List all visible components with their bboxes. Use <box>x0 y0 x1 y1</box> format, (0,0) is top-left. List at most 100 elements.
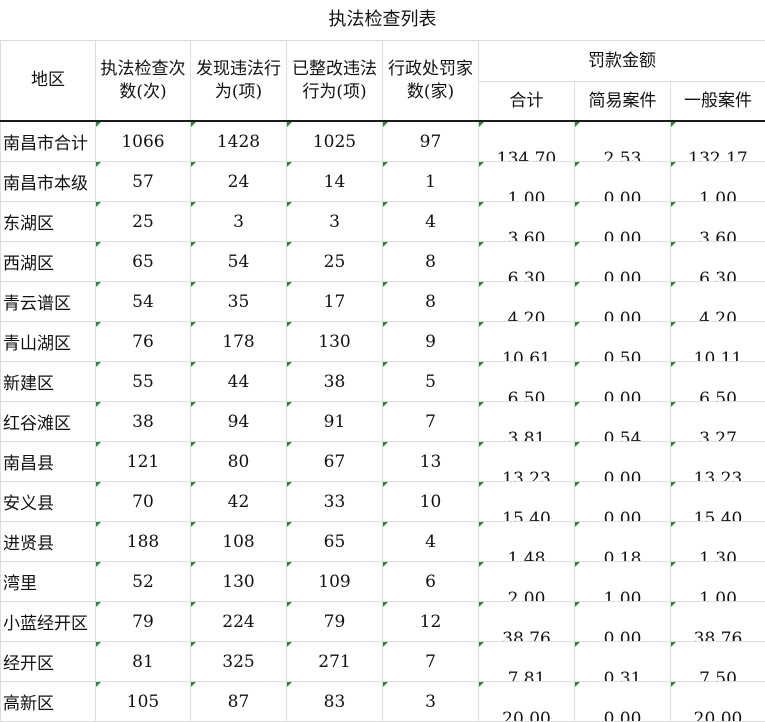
penalized-cell-value: 6 <box>425 571 436 592</box>
inspections-cell-value: 55 <box>132 371 154 392</box>
fine-total-cell: 7.81 <box>478 641 575 682</box>
region-cell: 小蓝经开区 <box>0 601 96 642</box>
fine-total-cell: 2.00 <box>478 561 575 602</box>
region-cell: 新建区 <box>0 361 96 402</box>
fine-general-cell-value: 3.27 <box>699 429 737 442</box>
region-cell: 安义县 <box>0 481 96 522</box>
region-cell: 东湖区 <box>0 201 96 242</box>
penalized-cell-value: 10 <box>419 491 442 512</box>
inspections-cell: 57 <box>95 161 191 202</box>
violations-fixed-cell-value: 271 <box>318 651 351 672</box>
violations-found-cell-value: 44 <box>227 371 250 392</box>
violations-found-cell-value: 325 <box>222 651 255 672</box>
inspections-cell-value: 121 <box>126 451 160 472</box>
violations-found-cell-value: 178 <box>222 331 255 352</box>
inspections-cell: 121 <box>95 441 191 482</box>
penalized-cell-value: 1 <box>425 171 436 192</box>
penalized-cell: 3 <box>382 681 479 722</box>
region-cell-value: 小蓝经开区 <box>3 614 88 634</box>
violations-fixed-cell-value: 14 <box>323 171 346 192</box>
fine-total-cell: 15.40 <box>478 481 575 522</box>
penalized-cell: 7 <box>382 401 479 442</box>
fine-general-cell: 132.17 <box>670 120 765 162</box>
fine-general-cell-value: 1.00 <box>699 589 737 602</box>
inspections-cell-value: 25 <box>132 211 154 232</box>
fine-total-cell-value: 7.81 <box>507 669 546 682</box>
violations-found-cell-value: 224 <box>222 611 255 632</box>
fine-general-cell: 38.76 <box>670 601 765 642</box>
inspections-cell: 188 <box>95 521 191 562</box>
fine-total-cell: 6.50 <box>478 361 575 402</box>
fine-simple-cell-value: 0.00 <box>603 189 642 202</box>
fine-total-cell: 38.76 <box>478 601 575 642</box>
header-fine-simple: 简易案件 <box>574 81 671 122</box>
violations-fixed-cell-value: 38 <box>323 371 346 392</box>
fine-total-cell-value: 1.00 <box>507 189 546 202</box>
violations-fixed-cell: 83 <box>286 681 383 722</box>
fine-total-cell: 10.61 <box>478 321 575 362</box>
violations-found-cell-value: 130 <box>222 571 255 592</box>
fine-simple-cell: 0.00 <box>574 681 671 722</box>
violations-fixed-cell: 67 <box>286 441 383 482</box>
inspections-cell: 52 <box>95 561 191 602</box>
fine-general-cell: 15.40 <box>670 481 765 522</box>
violations-found-cell: 1428 <box>190 120 287 162</box>
violations-fixed-cell: 130 <box>286 321 383 362</box>
table-row: 红谷滩区 38 94 91 7 3.81 0.54 3.27 <box>0 401 765 442</box>
fine-total-cell: 1.48 <box>478 521 575 562</box>
violations-fixed-cell-value: 91 <box>323 411 346 432</box>
penalized-cell: 7 <box>382 641 479 682</box>
fine-general-cell-value: 6.50 <box>699 389 737 402</box>
table-row: 青云谱区 54 35 17 8 4.20 0.00 4.20 <box>0 281 765 322</box>
table-row: 西湖区 65 54 25 8 6.30 0.00 6.30 <box>0 241 765 282</box>
region-cell-value: 经开区 <box>3 654 54 674</box>
region-cell: 青云谱区 <box>0 281 96 322</box>
violations-found-cell: 42 <box>190 481 287 522</box>
fine-general-cell: 3.27 <box>670 401 765 442</box>
violations-fixed-cell-value: 67 <box>323 451 346 472</box>
table-title: 执法检查列表 <box>328 9 437 30</box>
inspections-cell-value: 52 <box>132 571 154 592</box>
fine-total-cell: 3.60 <box>478 201 575 242</box>
header-region: 地区 <box>0 40 96 122</box>
region-cell-value: 安义县 <box>3 494 54 514</box>
violations-found-cell: 325 <box>190 641 287 682</box>
fine-simple-cell-value: 1.00 <box>603 589 642 602</box>
table-row: 小蓝经开区 79 224 79 12 38.76 0.00 38.76 <box>0 601 765 642</box>
penalized-cell: 9 <box>382 321 479 362</box>
violations-found-cell-value: 35 <box>227 291 250 312</box>
fine-general-cell-value: 4.20 <box>699 309 737 322</box>
table-row: 进贤县 188 108 65 4 1.48 0.18 1.30 <box>0 521 765 562</box>
region-cell-value: 高新区 <box>3 694 54 714</box>
fine-simple-cell-value: 0.31 <box>603 669 642 682</box>
header-fines: 罚款金额 <box>478 40 765 82</box>
violations-found-cell: 224 <box>190 601 287 642</box>
violations-fixed-cell: 1025 <box>286 120 383 162</box>
table-row: 南昌县 121 80 67 13 13.23 0.00 13.23 <box>0 441 765 482</box>
violations-found-cell-value: 87 <box>227 691 250 712</box>
penalized-cell: 4 <box>382 201 479 242</box>
region-cell: 经开区 <box>0 641 96 682</box>
violations-fixed-cell-value: 109 <box>318 571 351 592</box>
violations-fixed-cell: 79 <box>286 601 383 642</box>
table-row: 经开区 81 325 271 7 7.81 0.31 7.50 <box>0 641 765 682</box>
fine-total-cell: 13.23 <box>478 441 575 482</box>
violations-found-cell-value: 108 <box>222 531 255 552</box>
inspection-table: 地区 执法检查次数(次) 发现违法行为(项) 已整改违法行为(项) 行政处罚家数… <box>0 40 765 722</box>
penalized-cell: 13 <box>382 441 479 482</box>
fine-simple-cell-value: 0.50 <box>603 349 642 362</box>
fine-general-cell: 20.00 <box>670 681 765 722</box>
inspections-cell: 81 <box>95 641 191 682</box>
fine-simple-cell-value: 0.54 <box>603 429 642 442</box>
fine-simple-cell: 0.00 <box>574 481 671 522</box>
violations-found-cell: 80 <box>190 441 287 482</box>
violations-found-cell: 3 <box>190 201 287 242</box>
penalized-cell: 97 <box>382 120 479 162</box>
region-cell-value: 青云谱区 <box>3 294 71 314</box>
violations-found-cell: 44 <box>190 361 287 402</box>
fine-general-cell: 7.50 <box>670 641 765 682</box>
inspections-cell: 55 <box>95 361 191 402</box>
fine-total-cell-value: 134.70 <box>496 149 557 162</box>
penalized-cell: 10 <box>382 481 479 522</box>
fine-general-cell-value: 38.76 <box>693 629 743 642</box>
